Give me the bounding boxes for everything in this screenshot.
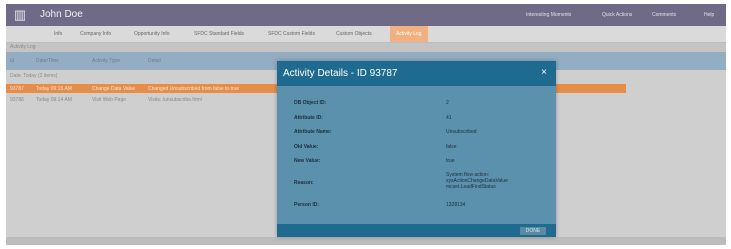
person-name: John Doe xyxy=(40,9,83,20)
tab-activity-log[interactable]: Activity Log xyxy=(390,26,428,42)
group-label: Date: Today (2 items) xyxy=(10,73,58,79)
subheader-bar: Activity Log xyxy=(6,43,726,52)
column-header-activity-type[interactable]: Activity Type xyxy=(92,58,120,64)
tab-sfdc-custom-fields[interactable]: SFDC Custom Fields xyxy=(268,26,315,42)
app-window: ▥ John Doe Interesting Moments Quick Act… xyxy=(6,4,726,245)
tab-info[interactable]: Info xyxy=(54,26,62,42)
tab-sfdc-standard-fields[interactable]: SFDC Standard Fields xyxy=(194,26,244,42)
activity-details-dialog: Activity Details - ID 93787 × DB Object … xyxy=(277,61,556,237)
column-header-datetime[interactable]: Date/Time xyxy=(36,58,59,64)
field-label-person-id: Person ID: xyxy=(294,202,320,208)
tab-company-info[interactable]: Company Info xyxy=(80,26,111,42)
column-header-id[interactable]: Id xyxy=(10,58,14,64)
tab-bar: Info Company Info Opportunity Info SFDC … xyxy=(6,26,726,43)
field-value-old-value: false xyxy=(446,144,457,150)
cell-activity-type: Visit Web Page xyxy=(92,97,127,103)
cell-id: 93787 xyxy=(10,86,24,92)
horizontal-scrollbar[interactable] xyxy=(6,237,726,245)
field-value-reason: System flow action: sysActionChangeDataV… xyxy=(446,172,508,190)
quick-actions-link[interactable]: Quick Actions xyxy=(602,12,632,18)
app-logo-icon: ▥ xyxy=(13,7,27,22)
field-value-attribute-id: 41 xyxy=(446,115,452,121)
field-label-reason: Reason: xyxy=(294,180,314,186)
comments-link[interactable]: Comments xyxy=(652,12,676,18)
dialog-title: Activity Details - ID 93787 xyxy=(283,68,398,79)
cell-activity-type: Change Data Value xyxy=(92,86,136,92)
close-icon[interactable]: × xyxy=(541,68,547,78)
field-label-new-value: New Value: xyxy=(294,158,321,164)
field-value-person-id: 1328134 xyxy=(446,202,466,208)
interesting-moments-link[interactable]: Interesting Moments xyxy=(526,12,571,18)
cell-datetime: Today 09:15 AM xyxy=(36,86,72,92)
field-value-new-value: true xyxy=(446,158,455,164)
dialog-header: Activity Details - ID 93787 × xyxy=(277,61,556,86)
field-label-old-value: Old Value: xyxy=(294,144,319,150)
field-value-db-object-id: 2 xyxy=(446,100,449,106)
field-label-attribute-id: Attribute ID: xyxy=(294,115,323,121)
dialog-footer: DONE xyxy=(277,224,556,237)
dialog-body: DB Object ID: 2 Attribute ID: 41 Attribu… xyxy=(277,86,556,226)
cell-detail: Visits: /unsubscribe.html xyxy=(148,97,202,103)
column-header-detail[interactable]: Detail xyxy=(148,58,161,64)
cell-id: 93786 xyxy=(10,97,24,103)
cell-detail: Changed Unsubscribed from false to true xyxy=(148,86,240,92)
cell-datetime: Today 09:14 AM xyxy=(36,97,72,103)
subheader-label: Activity Log xyxy=(10,44,36,50)
help-link[interactable]: Help xyxy=(704,12,714,18)
top-header: ▥ John Doe Interesting Moments Quick Act… xyxy=(6,4,726,26)
field-label-db-object-id: DB Object ID: xyxy=(294,100,327,106)
tab-custom-objects[interactable]: Custom Objects xyxy=(336,26,372,42)
tab-opportunity-info[interactable]: Opportunity Info xyxy=(134,26,170,42)
field-value-attribute-name: Unsubscribed xyxy=(446,129,477,135)
done-button[interactable]: DONE xyxy=(520,227,546,235)
field-label-attribute-name: Attribute Name: xyxy=(294,129,332,135)
